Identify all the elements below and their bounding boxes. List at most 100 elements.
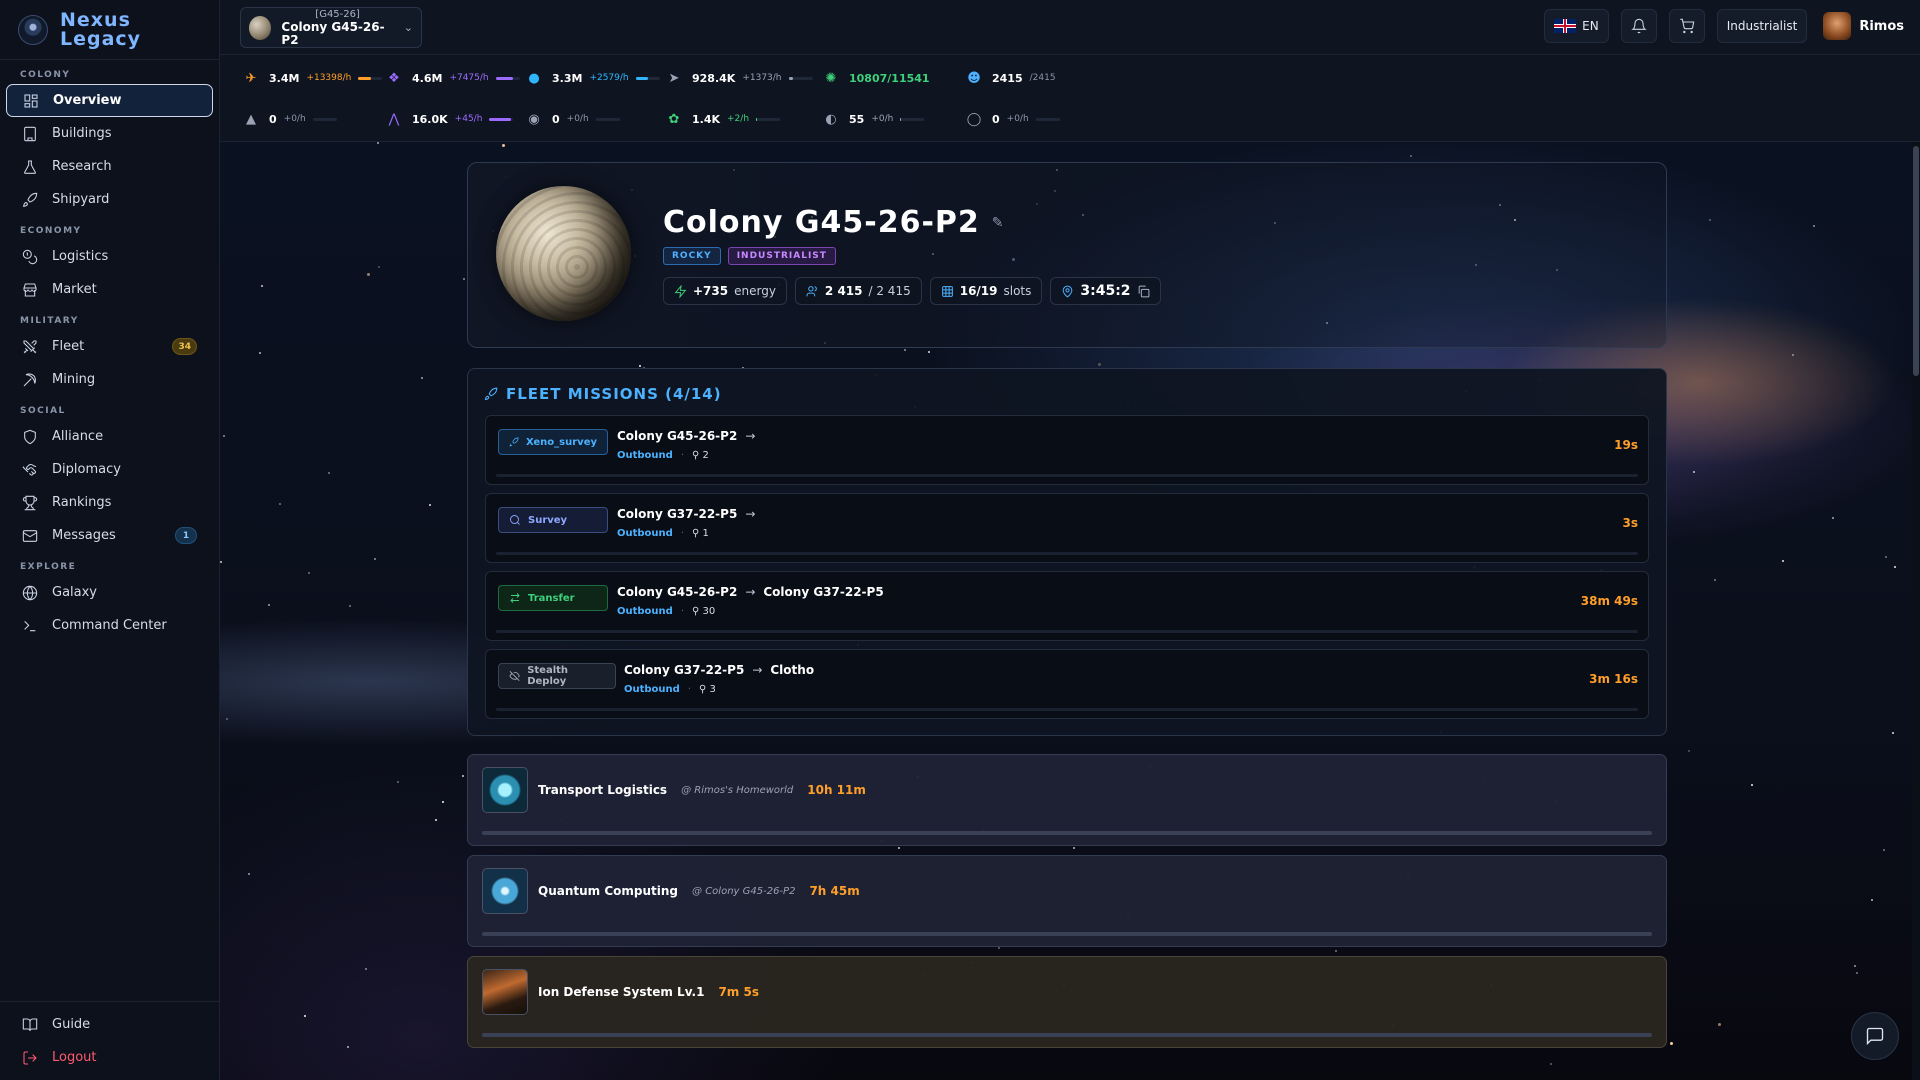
chat-button[interactable] <box>1851 1012 1899 1060</box>
shop-button[interactable] <box>1668 9 1705 43</box>
language-selector[interactable]: EN <box>1544 9 1609 43</box>
faction-button[interactable]: Industrialist <box>1716 9 1808 43</box>
mission-destination[interactable]: Colony G37-22-P5 <box>763 585 883 599</box>
resource-value: 0 <box>552 112 560 126</box>
resource-10[interactable]: ◐ 55 +0/h <box>820 108 925 130</box>
mission-origin[interactable]: Colony G37-22-P5 <box>624 663 744 677</box>
resource-6[interactable]: ▲ 0 +0/h <box>240 108 337 130</box>
brand-logo-icon <box>18 14 48 45</box>
queue-item-location: @ Colony G45-26-P2 <box>692 885 796 897</box>
pencil-icon[interactable]: ✎ <box>992 215 1005 231</box>
user-menu[interactable]: Rimos <box>1823 12 1904 40</box>
sidebar-item-buildings[interactable]: Buildings <box>0 117 219 150</box>
sidebar-item-galaxy[interactable]: Galaxy <box>0 576 219 609</box>
sidebar-item-fleet[interactable]: Fleet 34 <box>0 330 219 363</box>
star <box>1782 560 1784 562</box>
scrollbar-thumb[interactable] <box>1913 146 1919 376</box>
star <box>639 365 641 367</box>
resource-3[interactable]: ➤ 928.4K +1373/h <box>663 67 813 89</box>
globe-icon <box>22 585 38 601</box>
sidebar-item-market[interactable]: Market <box>0 273 219 306</box>
resource-rate: +0/h <box>283 114 306 124</box>
trophy-icon <box>22 495 38 511</box>
sidebar-item-shipyard[interactable]: Shipyard <box>0 183 219 216</box>
colony-name: Colony G45-26-P2 <box>281 20 385 47</box>
copy-icon[interactable] <box>1137 285 1150 298</box>
notifications-button[interactable] <box>1620 9 1657 43</box>
sidebar-item-logistics[interactable]: Logistics <box>0 240 219 273</box>
resource-4[interactable]: ✺ 10807/11541 <box>820 67 937 89</box>
fleet-mission-row[interactable]: Xeno_survey Colony G45-26-P2 → Outbound … <box>485 415 1649 485</box>
build-queue-item[interactable]: Ion Defense System Lv.1 7m 5s <box>467 956 1667 1048</box>
star <box>429 504 431 506</box>
sidebar-item-label: Mining <box>52 372 96 387</box>
sidebar-item-diplomacy[interactable]: Diplomacy <box>0 453 219 486</box>
language-label: EN <box>1582 19 1599 33</box>
nav-section-title: ECONOMY <box>20 226 82 236</box>
ore-icon: ◉ <box>528 111 540 127</box>
mission-origin[interactable]: Colony G45-26-P2 <box>617 429 737 443</box>
sidebar-item-command-center[interactable]: Command Center <box>0 609 219 642</box>
cart-icon <box>1680 18 1695 34</box>
star <box>1550 1063 1552 1065</box>
sidebar-item-alliance[interactable]: Alliance <box>0 420 219 453</box>
build-queue-item[interactable]: Transport Logistics @ Rimos's Homeworld … <box>467 754 1667 846</box>
sidebar-item-logout[interactable]: Logout <box>0 1041 220 1074</box>
colony-selector[interactable]: [G45-26] Colony G45-26-P2 ⌄ <box>240 7 422 48</box>
resource-rate: /2415 <box>1029 73 1056 83</box>
sidebar-item-label: Guide <box>52 1017 91 1032</box>
resource-11[interactable]: ◯ 0 +0/h <box>963 108 1060 130</box>
coordinates-stat[interactable]: 3:45:2 <box>1050 277 1161 305</box>
fleet-mission-row[interactable]: Stealth Deploy Colony G37-22-P5 → Clotho… <box>485 649 1649 719</box>
sidebar-item-rankings[interactable]: Rankings <box>0 486 219 519</box>
transfer-icon <box>510 593 520 603</box>
resource-7[interactable]: ⋀ 16.0K +45/h <box>383 108 514 130</box>
mission-origin[interactable]: Colony G37-22-P5 <box>617 507 737 521</box>
resource-rate: +2/h <box>727 114 750 124</box>
sidebar-item-label: Research <box>52 159 112 174</box>
mission-route: Colony G45-26-P2 → <box>617 429 755 443</box>
star <box>349 605 351 607</box>
sidebar-item-label: Rankings <box>52 495 112 510</box>
resource-progress <box>756 117 781 121</box>
resource-9[interactable]: ✿ 1.4K +2/h <box>663 108 781 130</box>
fleet-mission-row[interactable]: Transfer Colony G45-26-P2 → Colony G37-2… <box>485 571 1649 641</box>
count-badge: 1 <box>175 527 197 544</box>
resource-value: 3.3M <box>552 71 583 85</box>
colony-header-card: Colony G45-26-P2 ✎ ROCKY INDUSTRIALIST +… <box>467 162 1667 348</box>
nav-section-title: COLONY <box>20 70 71 80</box>
queue-item-location: @ Rimos's Homeworld <box>681 784 794 796</box>
build-queue-item[interactable]: Quantum Computing @ Colony G45-26-P2 7h … <box>467 855 1667 947</box>
resource-2[interactable]: ● 3.3M +2579/h <box>523 67 660 89</box>
fleet-mission-row[interactable]: Survey Colony G37-22-P5 → Outbound · ⚲ 1… <box>485 493 1649 563</box>
sidebar-item-research[interactable]: Research <box>0 150 219 183</box>
sidebar-item-mining[interactable]: Mining <box>0 363 219 396</box>
resource-1[interactable]: ❖ 4.6M +7475/h <box>383 67 520 89</box>
resource-8[interactable]: ◉ 0 +0/h <box>523 108 620 130</box>
energy-icon: ✺ <box>825 70 837 86</box>
queue-item-time: 7h 45m <box>809 884 860 898</box>
page-scrollbar[interactable] <box>1912 142 1920 1080</box>
resource-5[interactable]: ☻ 2415 /2415 <box>963 67 1056 89</box>
mission-destination[interactable]: Clotho <box>770 663 814 677</box>
star <box>328 472 330 474</box>
mission-type-badge: Transfer <box>498 585 608 611</box>
tag-rocky: ROCKY <box>663 247 721 265</box>
resource-rate: +0/h <box>1006 114 1029 124</box>
mission-origin[interactable]: Colony G45-26-P2 <box>617 585 737 599</box>
handshake-icon <box>22 462 38 478</box>
sidebar-item-messages[interactable]: Messages 1 <box>0 519 219 552</box>
resource-0[interactable]: ✈ 3.4M +13398/h <box>240 67 383 89</box>
sidebar-item-overview[interactable]: Overview <box>6 84 213 117</box>
star <box>1670 1042 1673 1045</box>
nav-section-title: MILITARY <box>20 316 79 326</box>
sidebar-item-guide[interactable]: Guide <box>0 1008 220 1041</box>
sidebar-item-label: Command Center <box>52 618 167 633</box>
resource-progress-fill <box>635 76 648 80</box>
map-pin-icon <box>1063 285 1073 298</box>
brand[interactable]: Nexus Legacy <box>0 0 219 60</box>
star <box>377 142 379 144</box>
queue-item-thumbnail <box>482 868 528 914</box>
mission-type-label: Xeno_survey <box>525 436 597 448</box>
swords-icon <box>22 339 38 355</box>
